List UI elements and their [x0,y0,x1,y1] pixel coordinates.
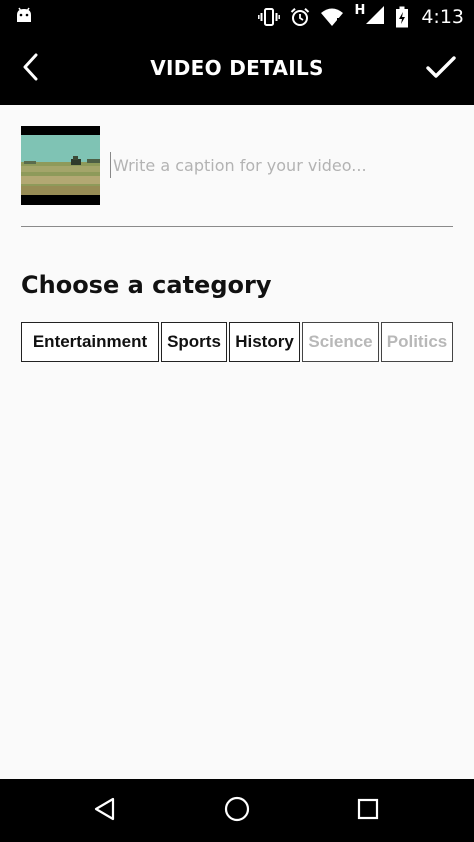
caption-input[interactable] [110,152,453,178]
caption-row [21,126,453,206]
status-icons: H 4:13 [248,2,464,30]
checkmark-icon [426,55,456,84]
system-nav-bar [0,779,474,842]
category-chip-entertainment[interactable]: Entertainment [21,322,159,362]
status-time: 4:13 [421,6,464,28]
wifi-icon [320,7,344,27]
android-icon [14,6,34,26]
nav-home-button[interactable] [217,791,257,831]
category-chip-history[interactable]: History [229,322,300,362]
video-details-screen: H 4:13 VIDEO DETAILS Write a caption for… [0,0,474,842]
alarm-icon [290,7,310,27]
category-chip-sports[interactable]: Sports [161,322,227,362]
video-thumbnail[interactable] [21,126,100,205]
status-bar: H 4:13 [0,0,474,34]
cell-signal-icon [365,5,385,30]
battery-charging-icon [395,6,409,28]
recents-square-icon [357,798,379,825]
page-title: VIDEO DETAILS [150,56,324,80]
network-type-label: H [354,2,366,18]
app-bar: VIDEO DETAILS [0,34,474,105]
confirm-button[interactable] [420,49,462,89]
category-section-title: Choose a category [21,271,272,299]
back-triangle-icon [93,797,117,826]
nav-back-button[interactable] [85,791,125,831]
home-circle-icon [224,796,250,827]
category-chip-politics[interactable]: Politics [381,322,453,362]
nav-recents-button[interactable] [348,791,388,831]
category-chip-science[interactable]: Science [302,322,379,362]
vibrate-icon [258,7,281,27]
network-type-indicator: H [354,2,385,30]
caption-divider [21,226,453,227]
